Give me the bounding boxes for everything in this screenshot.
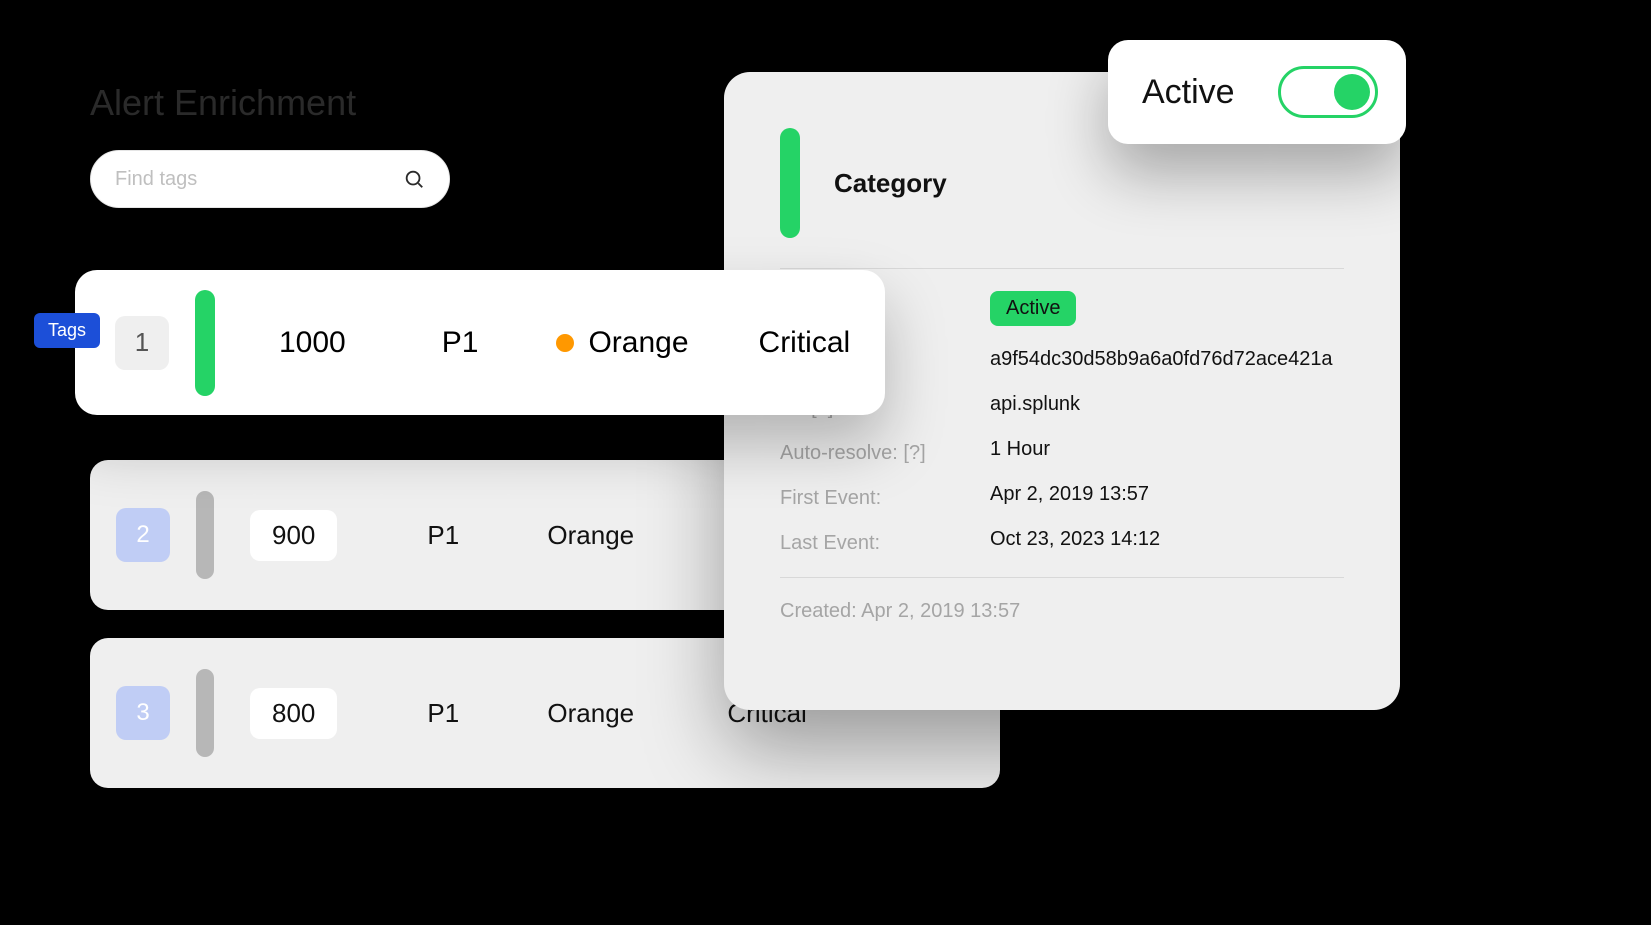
toggle-label: Active [1142, 73, 1235, 112]
row-number: 1 [115, 316, 169, 370]
row-score: 900 [250, 510, 337, 561]
detail-title: Category [834, 168, 947, 199]
row-score: 1000 [279, 326, 346, 360]
label-first-event: First Event: [780, 487, 980, 510]
row-priority: P1 [442, 326, 479, 360]
created-label: Created: [780, 600, 861, 622]
search-icon [403, 168, 425, 190]
detail-status-pill [780, 128, 800, 238]
row-priority: P1 [427, 698, 487, 729]
row-color-wrap: Orange [556, 326, 688, 360]
active-toggle-card: Active [1108, 40, 1406, 144]
row-severity: Critical [759, 326, 851, 360]
row-status-pill [196, 491, 214, 579]
detail-values-column: Active a9f54dc30d58b9a6a0fd76d72ace421a … [990, 291, 1344, 551]
page-title: Alert Enrichment [90, 82, 356, 124]
value-id: api.splunk [990, 393, 1344, 416]
detail-header: Category [780, 128, 1344, 268]
row-number: 2 [116, 508, 170, 562]
tags-badge: Tags [34, 313, 100, 348]
created-value: Apr 2, 2019 13:57 [861, 600, 1020, 622]
value-auto-resolve: 1 Hour [990, 438, 1344, 461]
value-first-event: Apr 2, 2019 13:57 [990, 483, 1344, 506]
value-hash: a9f54dc30d58b9a6a0fd76d72ace421a [990, 348, 1344, 371]
detail-footer: Created: Apr 2, 2019 13:57 [780, 577, 1344, 623]
row-priority: P1 [427, 520, 487, 551]
row-score: 800 [250, 688, 337, 739]
alert-row-selected[interactable]: 1 1000 P1 Orange Critical [75, 270, 885, 415]
row-status-pill [196, 669, 214, 757]
active-toggle[interactable] [1278, 66, 1378, 118]
value-last-event: Oct 23, 2023 14:12 [990, 528, 1344, 551]
row-color: Orange [588, 326, 688, 360]
orange-dot-icon [556, 334, 574, 352]
search-input[interactable] [115, 168, 391, 191]
row-color: Orange [547, 698, 687, 729]
toggle-thumb [1334, 74, 1370, 110]
label-auto-resolve: Auto-resolve: [?] [780, 442, 980, 465]
search-field-wrap[interactable] [90, 150, 450, 208]
status-chip: Active [990, 291, 1076, 326]
divider [780, 268, 1344, 269]
label-last-event: Last Event: [780, 532, 980, 555]
row-color: Orange [547, 520, 687, 551]
row-number: 3 [116, 686, 170, 740]
row-status-pill [195, 290, 215, 396]
